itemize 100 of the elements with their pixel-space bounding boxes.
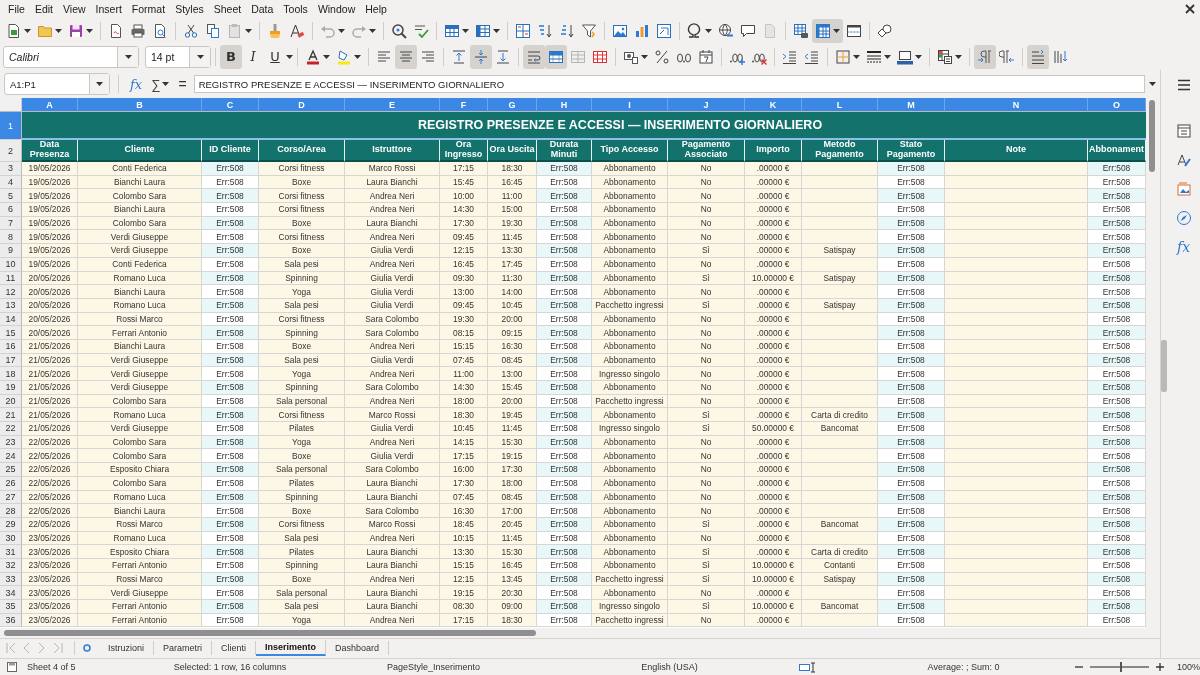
image-icon[interactable] [612, 22, 628, 39]
row-header[interactable]: 31 [0, 545, 22, 559]
caret-icon[interactable] [354, 53, 361, 60]
menu-item[interactable]: Help [360, 2, 392, 16]
left-to-right-button[interactable] [974, 44, 996, 69]
caret-icon[interactable] [86, 27, 93, 34]
align-center-button[interactable] [395, 44, 417, 69]
row-header[interactable]: 34 [0, 586, 22, 600]
caret-icon[interactable] [705, 27, 712, 34]
column-header[interactable]: N [945, 98, 1088, 112]
row-icon[interactable] [444, 22, 460, 39]
comment-icon[interactable] [740, 22, 756, 39]
column-header[interactable]: C [202, 98, 259, 112]
sheet-tab[interactable]: Dashboard [326, 640, 390, 655]
row-header[interactable]: 35 [0, 600, 22, 614]
sum-button[interactable]: ∑ [149, 76, 172, 92]
spelling-icon[interactable] [413, 22, 429, 39]
caret-icon[interactable] [884, 53, 891, 60]
highlight-icon[interactable] [336, 48, 352, 65]
cut-icon[interactable] [183, 22, 199, 39]
sheet-tab[interactable]: Clienti [212, 640, 257, 655]
row-header[interactable]: 8 [0, 230, 22, 245]
row-header[interactable]: 2 [0, 140, 22, 162]
date-icon[interactable] [698, 48, 714, 65]
print-area-icon[interactable] [793, 22, 809, 39]
sort-descending-icon[interactable] [559, 22, 575, 39]
menu-item[interactable]: Styles [170, 2, 209, 16]
sheet-tab[interactable]: Istruzioni [99, 640, 154, 655]
column-header[interactable]: D [259, 98, 345, 112]
caret-icon[interactable] [915, 53, 922, 60]
caret-icon[interactable] [286, 53, 293, 60]
gallery-icon[interactable] [1175, 181, 1192, 197]
caret-icon[interactable] [369, 27, 376, 34]
column-header[interactable]: K [745, 98, 802, 112]
row-header[interactable]: 25 [0, 463, 22, 477]
menu-item[interactable]: Edit [29, 2, 58, 16]
menu-item[interactable]: Data [246, 2, 279, 16]
column-header[interactable]: H [537, 98, 592, 112]
sheet-tab[interactable]: Parametri [154, 640, 213, 655]
row-header[interactable]: 1 [0, 112, 22, 140]
row-header[interactable]: 9 [0, 244, 22, 258]
font-size-field[interactable]: 14 pt [145, 45, 211, 68]
row-header[interactable]: 15 [0, 326, 22, 340]
column-header[interactable]: M [878, 98, 945, 112]
caret-icon[interactable] [124, 53, 132, 60]
new-document-icon[interactable] [6, 22, 22, 39]
caret-icon[interactable] [323, 53, 330, 60]
row-header[interactable]: 12 [0, 285, 22, 299]
font-name-field[interactable]: Calibri [3, 45, 139, 68]
styles-icon[interactable] [1175, 152, 1192, 168]
add-sheet-icon[interactable] [81, 641, 93, 654]
menu-item[interactable]: Sheet [208, 2, 247, 16]
menu-item[interactable]: Format [126, 2, 171, 16]
row-header[interactable]: 21 [0, 408, 22, 423]
wrap-text-button[interactable] [523, 44, 545, 69]
export-pdf-icon[interactable] [108, 22, 124, 39]
split-cells-icon[interactable] [592, 48, 608, 65]
row-header[interactable]: 6 [0, 203, 22, 217]
unmerge-cells-icon[interactable] [570, 48, 586, 65]
caret-icon[interactable] [833, 27, 840, 34]
caret-icon[interactable] [162, 81, 170, 87]
merge-cells-button[interactable] [545, 44, 567, 69]
column-header[interactable]: J [668, 98, 745, 112]
zoom-thumb[interactable] [1119, 662, 1122, 672]
freeze-button[interactable] [812, 18, 843, 43]
font-color-icon[interactable] [305, 48, 321, 65]
row-header[interactable]: 24 [0, 449, 22, 464]
caret-icon[interactable] [462, 27, 469, 34]
row-header[interactable]: 3 [0, 162, 22, 176]
italic-button[interactable]: I [242, 44, 264, 69]
sidebar-handle[interactable] [1161, 340, 1167, 392]
column-header[interactable]: L [802, 98, 878, 112]
caret-icon[interactable] [245, 27, 252, 34]
menu-icon[interactable] [1175, 77, 1192, 93]
formula-button[interactable]: = [175, 76, 190, 92]
name-box[interactable]: A1:P1 [4, 73, 110, 95]
row-header[interactable]: 28 [0, 504, 22, 518]
functions-button[interactable]: fx [1176, 239, 1191, 255]
caret-icon[interactable] [24, 27, 31, 34]
function-wizard-button[interactable]: fx [127, 76, 146, 92]
sort-ascending-icon[interactable] [537, 22, 553, 39]
special-character-icon[interactable] [687, 22, 703, 39]
close-icon[interactable] [1183, 2, 1197, 16]
menu-item[interactable]: Window [312, 2, 361, 16]
save-icon[interactable] [68, 22, 84, 39]
row-header[interactable]: 5 [0, 189, 22, 204]
properties-icon[interactable] [1175, 123, 1192, 139]
menu-item[interactable]: Tools [278, 2, 313, 16]
caret-icon[interactable] [955, 53, 962, 60]
menu-item[interactable]: File [3, 2, 30, 16]
split-window-icon[interactable] [846, 22, 862, 39]
menu-item[interactable]: View [58, 2, 91, 16]
print-preview-icon[interactable] [152, 22, 168, 39]
border-color-icon[interactable] [897, 48, 913, 65]
row-header[interactable]: 18 [0, 367, 22, 381]
column-icon[interactable] [475, 22, 491, 39]
increase-indent-icon[interactable] [782, 48, 798, 65]
sort-icon[interactable] [515, 22, 531, 39]
decrease-indent-icon[interactable] [804, 48, 820, 65]
caret-icon[interactable] [1149, 81, 1156, 87]
